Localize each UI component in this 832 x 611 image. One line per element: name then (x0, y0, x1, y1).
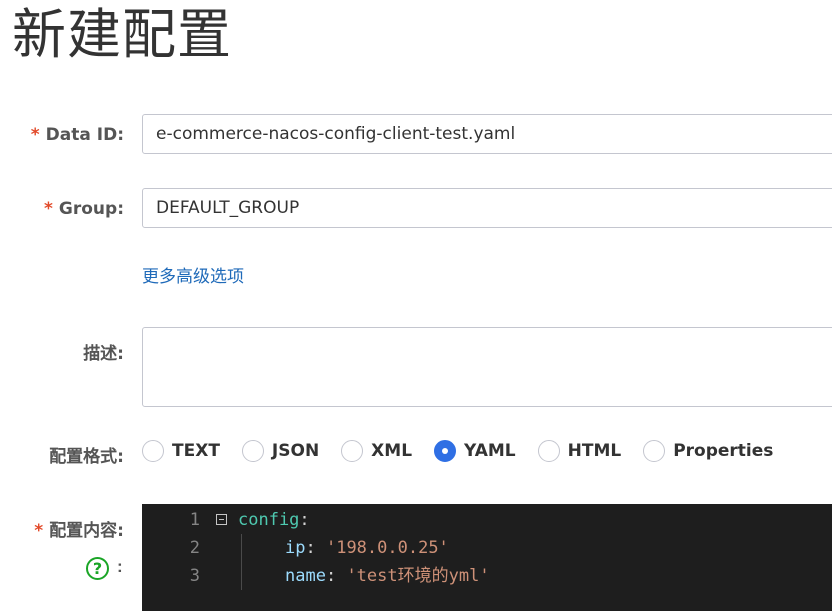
radio-xml[interactable]: XML (341, 440, 412, 462)
radio-properties[interactable]: Properties (643, 440, 773, 462)
advanced-options-link[interactable]: 更多高级选项 (142, 262, 244, 287)
radio-circle-selected[interactable] (434, 440, 457, 462)
radio-html[interactable]: HTML (537, 440, 621, 462)
page-title: 新建配置 (12, 3, 232, 66)
help-icon[interactable]: ? (86, 557, 109, 580)
format-radio-group: TEXT JSON XML YAML HTML Properties (142, 438, 795, 464)
format-row: 配置格式: TEXT JSON XML YAML HTML Properties (0, 438, 832, 467)
line-number: 1 (189, 510, 200, 530)
radio-circle[interactable] (142, 440, 164, 462)
code-text: config: (238, 510, 310, 530)
required-mark: * (34, 521, 44, 541)
description-label: 描述: (83, 344, 124, 364)
required-mark: * (30, 125, 40, 145)
data-id-label: * Data ID: (30, 125, 124, 145)
radio-circle[interactable] (341, 440, 364, 462)
radio-text[interactable]: TEXT (142, 440, 220, 462)
new-config-page: 新建配置 * Data ID: e-commerce-nacos-config-c… (0, 0, 832, 611)
required-mark: * (44, 199, 53, 219)
data-id-input[interactable]: e-commerce-nacos-config-client-test.yaml (142, 114, 832, 154)
radio-circle[interactable] (643, 440, 666, 462)
code-text: name: 'test环境的yml' (285, 566, 490, 586)
editor-line: 3 name: 'test环境的yml' (142, 562, 832, 590)
help-colon: : (117, 557, 123, 576)
radio-json[interactable]: JSON (241, 440, 319, 462)
radio-circle[interactable] (241, 440, 264, 462)
group-input[interactable]: DEFAULT_GROUP (142, 188, 832, 228)
data-id-row: * Data ID: e-commerce-nacos-config-client… (0, 114, 832, 156)
editor-line: 1 config: (142, 506, 832, 534)
code-text: ip: '198.0.0.25' (285, 538, 449, 558)
group-label: * Group: (44, 199, 124, 219)
editor-line: 2 ip: '198.0.0.25' (142, 534, 832, 562)
description-textarea[interactable] (142, 327, 832, 407)
line-number: 3 (189, 566, 200, 586)
content-label: * 配置内容: (34, 521, 124, 541)
radio-yaml[interactable]: YAML (434, 440, 516, 462)
line-number: 2 (189, 538, 200, 558)
group-row: * Group: DEFAULT_GROUP (0, 188, 832, 230)
radio-circle[interactable] (537, 440, 560, 462)
code-editor[interactable]: 1 config: 2 ip: '198.0.0.25' 3 name: 'te… (142, 504, 832, 611)
description-row: 描述: (0, 327, 832, 407)
fold-collapse-icon[interactable] (216, 514, 227, 525)
format-label: 配置格式: (49, 447, 124, 467)
